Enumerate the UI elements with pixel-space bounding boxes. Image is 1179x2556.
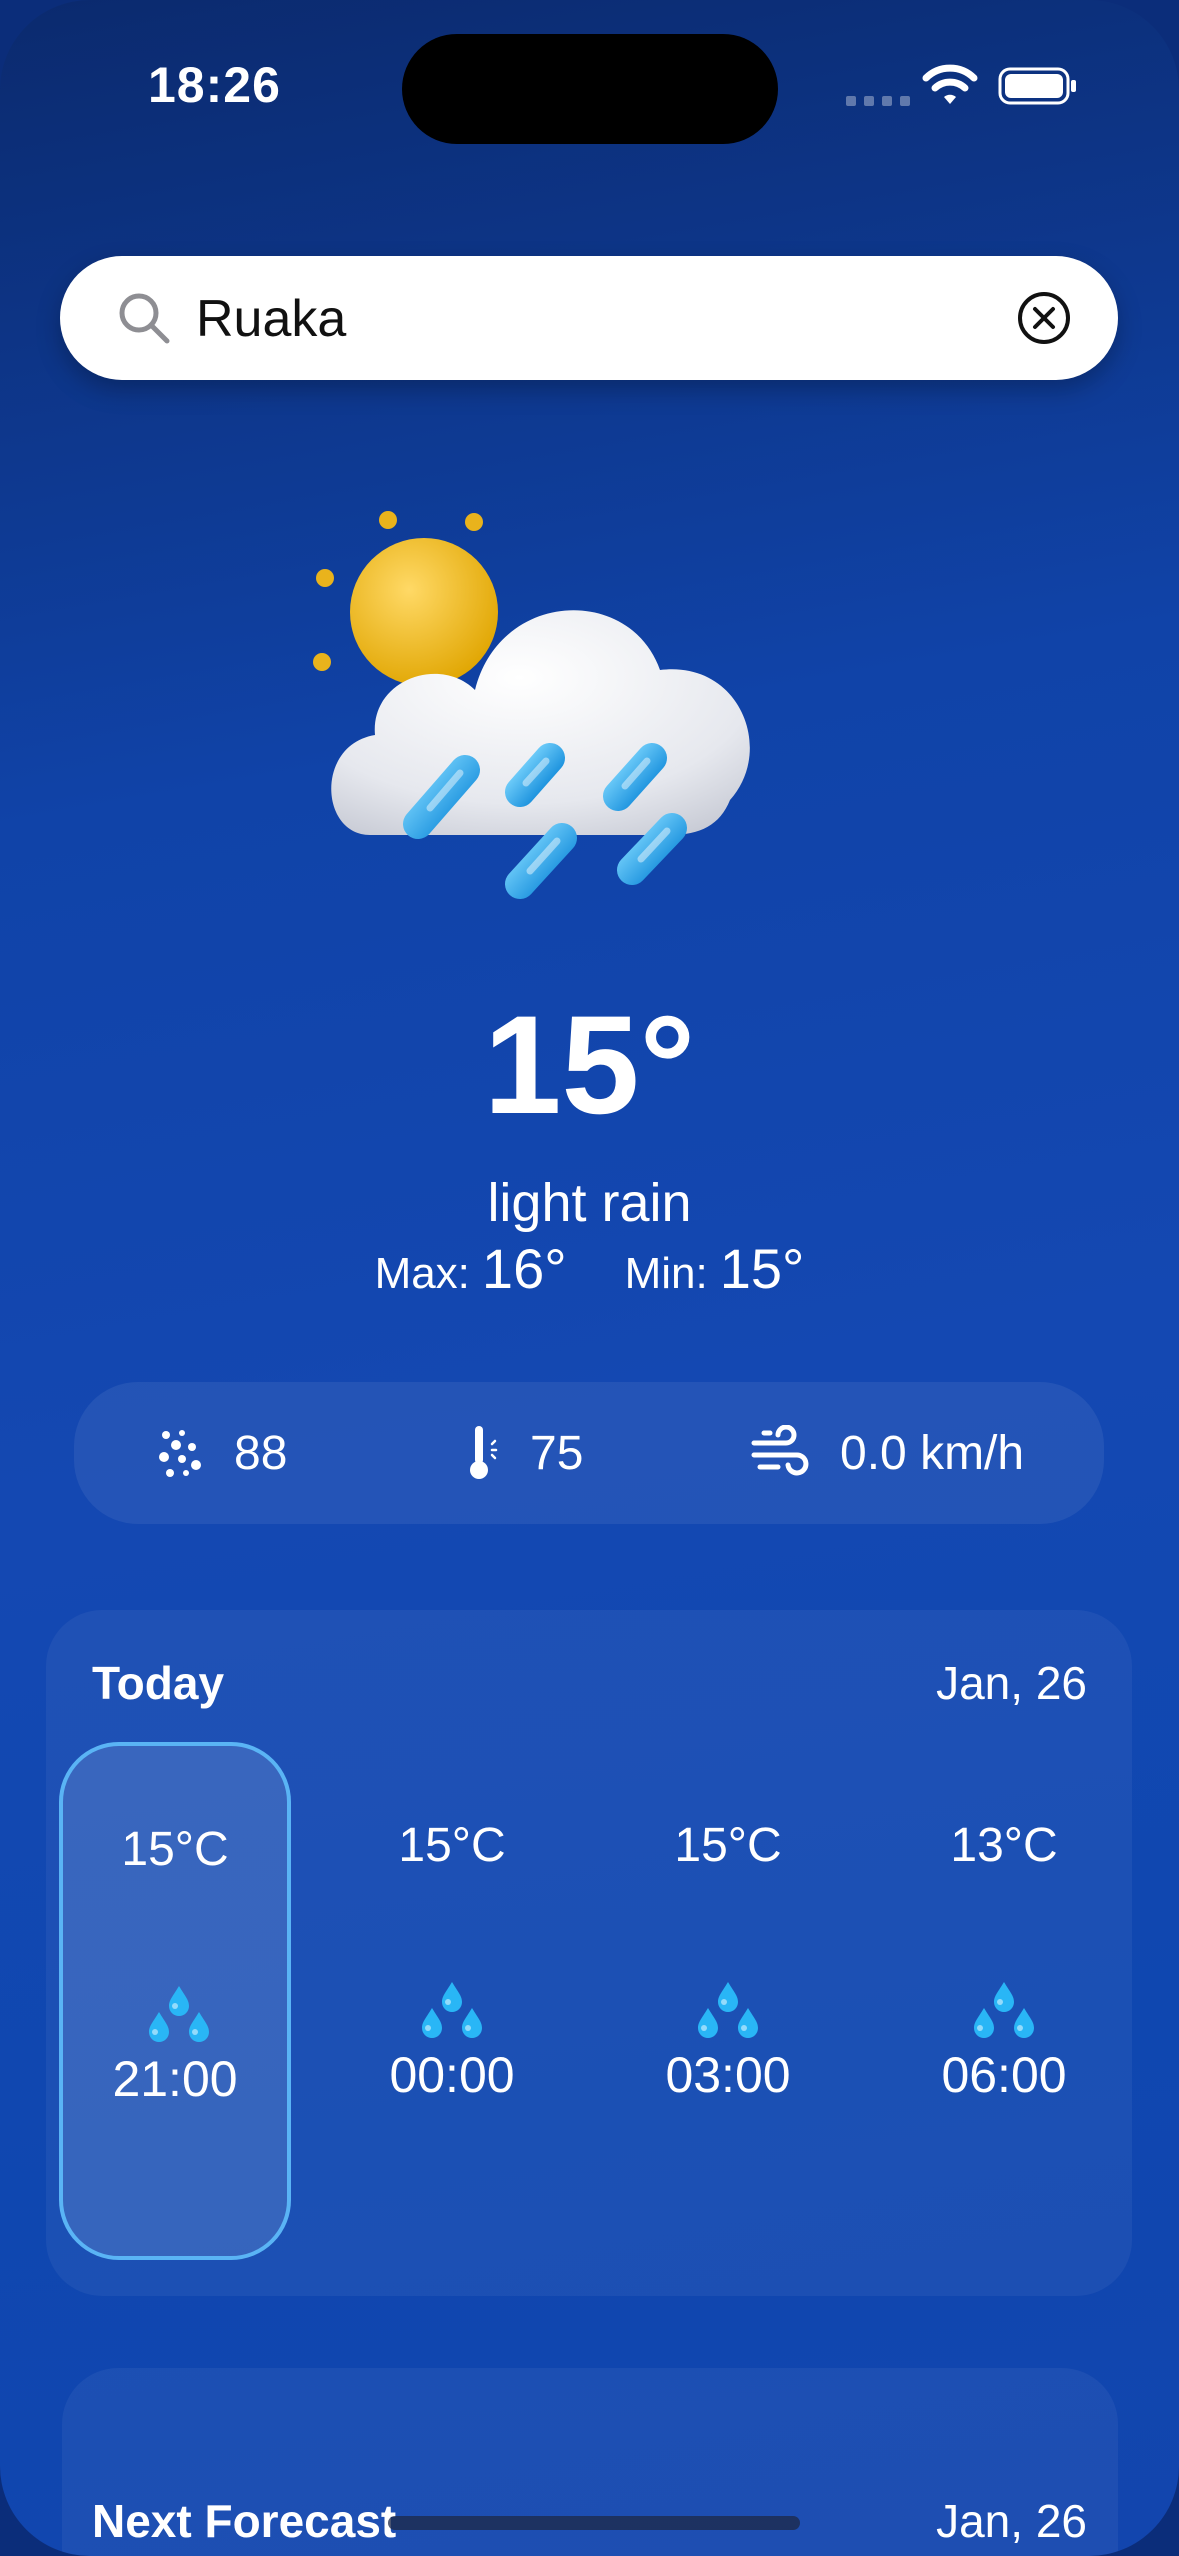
hour-time: 06:00 <box>941 2047 1067 2103</box>
hourly-forecast-item[interactable]: 15°C 00:00 <box>336 1742 568 2260</box>
humidity-stat: 88 <box>156 1382 287 1524</box>
search-input[interactable] <box>194 278 1018 360</box>
hourly-forecast-item[interactable]: 15°C 03:00 <box>612 1742 844 2260</box>
today-date: Jan, 26 <box>936 1657 1087 1709</box>
wind-icon <box>751 1425 809 1476</box>
current-temperature: 15° <box>483 986 696 1143</box>
cellular-signal-icon <box>846 96 910 106</box>
hour-temperature: 15°C <box>398 1819 506 1872</box>
search-icon <box>119 293 170 344</box>
next-forecast-date: Jan, 26 <box>936 2495 1087 2547</box>
weather-stats-bar: 88 75 0.0 km/h <box>74 1382 1104 1524</box>
dynamic-island <box>402 34 778 144</box>
hour-time: 03:00 <box>665 2047 791 2103</box>
hourly-forecast-item[interactable]: 15°C 21:00 <box>59 1742 291 2260</box>
hour-temperature: 13°C <box>950 1819 1058 1872</box>
raindrops-icon <box>974 1982 1034 2038</box>
raindrops-icon <box>698 1982 758 2038</box>
home-indicator[interactable] <box>388 2516 800 2530</box>
raindrops-icon <box>149 1986 209 2042</box>
raindrops-icon <box>422 1982 482 2038</box>
thermometer-icon <box>470 1426 498 1479</box>
weather-condition: light rain <box>487 1173 692 1233</box>
wifi-icon <box>922 64 978 104</box>
hour-temperature: 15°C <box>121 1823 229 1876</box>
feels-like-value: 75 <box>530 1426 584 1480</box>
hourly-forecast-item[interactable]: 13°C 06:00 <box>888 1742 1120 2260</box>
wind-value: 0.0 km/h <box>840 1426 1025 1480</box>
min-max-temperature: Max: 16° Min: 15° <box>0 1238 1179 1305</box>
max-value: 16° <box>481 1237 567 1300</box>
today-title: Today <box>92 1657 225 1709</box>
clear-search-icon[interactable] <box>1012 286 1076 350</box>
sun-cloud-rain-icon <box>313 511 750 899</box>
hour-time: 21:00 <box>112 2051 238 2107</box>
humidity-value: 88 <box>234 1426 288 1480</box>
search-bar <box>60 256 1118 380</box>
weather-screen: 18:26 Ruaka 15° light rain Max: 16° Min:… <box>0 0 1179 2556</box>
battery-icon <box>998 67 1076 105</box>
min-label: Min: <box>624 1249 708 1298</box>
max-label: Max: <box>374 1249 470 1298</box>
next-forecast-title: Next Forecast <box>92 2495 397 2547</box>
hour-temperature: 15°C <box>674 1819 782 1872</box>
hour-time: 00:00 <box>389 2047 515 2103</box>
status-time: 18:26 <box>148 57 281 113</box>
min-value: 15° <box>719 1237 805 1300</box>
feels-like-stat: 75 <box>466 1382 583 1524</box>
humidity-dots-icon <box>159 1430 201 1477</box>
wind-stat: 0.0 km/h <box>750 1382 1024 1524</box>
